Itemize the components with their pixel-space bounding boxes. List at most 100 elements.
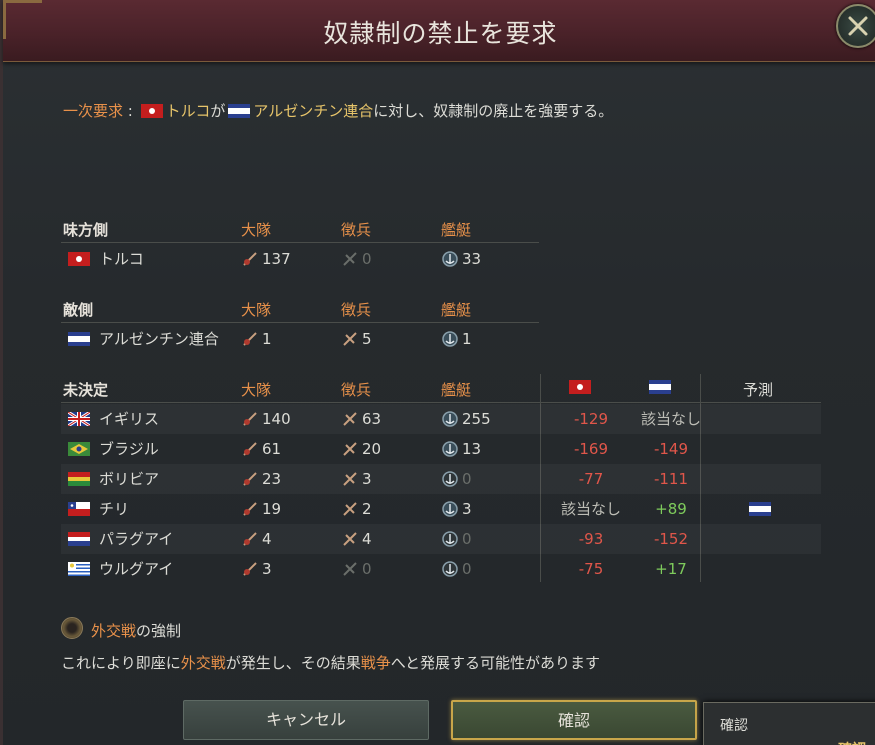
ships-value: 13 (462, 440, 482, 458)
tooltip-extra: 確認 (838, 739, 866, 745)
anchor-icon (442, 471, 458, 487)
battalions-cell: 23 (241, 464, 281, 494)
country-name: チリ (99, 500, 130, 518)
enemies-ships-header: 艦艇 (441, 301, 472, 319)
argentina-attitude-value[interactable]: 該当なし (621, 404, 721, 434)
ships-value: 0 (462, 470, 472, 488)
country-argentina[interactable]: アルゼンチン連合 (65, 324, 219, 354)
undecided-ships-header: 艦艇 (441, 381, 472, 399)
battalions-value: 137 (262, 250, 291, 268)
ships-value: 255 (462, 410, 491, 428)
conscripts-value: 4 (362, 530, 372, 548)
conscripts-value: 2 (362, 500, 372, 518)
country-chile[interactable]: チリ (65, 494, 129, 524)
primary-demand-text-body: に対し、奴隷制の廃止を強要する。 (373, 102, 614, 120)
prediction-header: 予測 (743, 381, 774, 399)
battalions-value: 140 (262, 410, 291, 428)
consequence-description: これにより即座に外交戦が発生し、その結果戦争へと発展する可能性があります (61, 652, 600, 673)
battalions-cell: 140 (241, 404, 291, 434)
force-diplomatic-play-radio[interactable] (61, 617, 83, 639)
battalions-cell: 1 (241, 324, 272, 354)
table-row-brazil: ブラジル 61 20 13 -169 -149 (61, 434, 821, 464)
country-uruguay[interactable]: ウルグアイ (65, 554, 173, 584)
conscript-icon (343, 412, 357, 426)
description-part1: これにより即座に (61, 654, 181, 672)
enemies-divider (61, 322, 539, 323)
argentina-attitude-value[interactable]: -111 (621, 464, 721, 494)
argentina-column-flag-icon (649, 380, 671, 394)
table-row-enemies-argentina: アルゼンチン連合 1 5 1 (61, 324, 821, 354)
description-war: 戦争 (360, 654, 391, 672)
allies-ships-header: 艦艇 (441, 221, 472, 239)
enemies-heading: 敵側 (63, 301, 94, 319)
turkey-flag-icon (140, 104, 163, 118)
close-icon (848, 16, 868, 36)
undecided-heading: 未決定 (63, 381, 109, 399)
primary-demand-text: 一次要求 : トルコが アルゼンチン連合に対し、奴隷制の廃止を強要する。 (63, 98, 643, 124)
country-uk[interactable]: イギリス (65, 404, 159, 434)
country-bolivia[interactable]: ボリビア (65, 464, 159, 494)
conscript-icon (343, 532, 357, 546)
country-paraguay[interactable]: パラグアイ (65, 524, 173, 554)
uruguay-flag-icon (68, 562, 90, 576)
ships-cell: 0 (441, 524, 472, 554)
argentina-attitude-value[interactable]: -152 (621, 524, 721, 554)
argentina-attitude-value[interactable]: -149 (621, 434, 721, 464)
soldier-icon (243, 412, 257, 426)
conscript-icon (343, 332, 357, 346)
close-button[interactable] (836, 4, 875, 48)
conscripts-cell: 5 (341, 324, 372, 354)
country-name: ブラジル (99, 440, 159, 458)
country-name: アルゼンチン連合 (99, 330, 219, 348)
argentina-flag-icon (68, 332, 90, 346)
conscript-icon (343, 252, 357, 266)
ships-cell: 255 (441, 404, 491, 434)
ships-cell: 13 (441, 434, 481, 464)
country-brazil[interactable]: ブラジル (65, 434, 159, 464)
battalions-value: 61 (262, 440, 282, 458)
conscript-icon (343, 442, 357, 456)
country-name: イギリス (99, 410, 160, 428)
title-bar: 奴隷制の禁止を要求 (3, 0, 875, 62)
enemies-battalions-header: 大隊 (241, 301, 272, 319)
confirm-button[interactable]: 確認 (451, 700, 697, 740)
soldier-icon (243, 562, 257, 576)
battalions-cell: 4 (241, 524, 272, 554)
primary-demand-target[interactable]: アルゼンチン連合 (253, 102, 373, 120)
argentina-attitude-value[interactable]: +17 (621, 554, 721, 584)
undecided-conscripts-header: 徴兵 (341, 381, 372, 399)
ships-value: 33 (462, 250, 482, 268)
conscript-icon (343, 562, 357, 576)
conscripts-cell: 0 (341, 554, 372, 584)
battalions-value: 19 (262, 500, 282, 518)
force-diplomatic-play-label[interactable]: 外交戦の強制 (91, 620, 181, 641)
country-name: ボリビア (99, 470, 160, 488)
battalions-cell: 137 (241, 244, 291, 274)
conscripts-cell: 20 (341, 434, 381, 464)
description-part3: へと発展する可能性があります (390, 654, 601, 672)
anchor-icon (442, 331, 458, 347)
table-row-allies-turkey: トルコ 137 0 33 (61, 244, 821, 274)
primary-demand-actor[interactable]: トルコ (166, 102, 211, 120)
turkey-flag-icon (68, 252, 90, 266)
battalions-cell: 19 (241, 494, 281, 524)
conscripts-cell: 4 (341, 524, 372, 554)
country-turkey[interactable]: トルコ (65, 244, 144, 274)
table-row-uk: イギリス 140 63 255 -129 該当なし (61, 404, 821, 434)
prediction-argentina-flag-icon (749, 502, 771, 516)
primary-demand-separator: : (127, 102, 133, 120)
argentina-attitude-value[interactable]: +89 (621, 494, 721, 524)
country-name: トルコ (99, 250, 144, 268)
uk-flag-icon (68, 412, 90, 426)
confirm-tooltip: 確認 確認 (703, 702, 875, 745)
ships-cell: 1 (441, 324, 472, 354)
soldier-icon (243, 442, 257, 456)
turkey-column-flag-icon (569, 380, 591, 394)
anchor-icon (442, 531, 458, 547)
soldier-icon (243, 502, 257, 516)
anchor-icon (442, 441, 458, 457)
soldier-icon (243, 472, 257, 486)
conscripts-cell: 0 (341, 244, 372, 274)
cancel-button[interactable]: キャンセル (183, 700, 429, 740)
primary-demand-label: 一次要求 (63, 102, 124, 120)
